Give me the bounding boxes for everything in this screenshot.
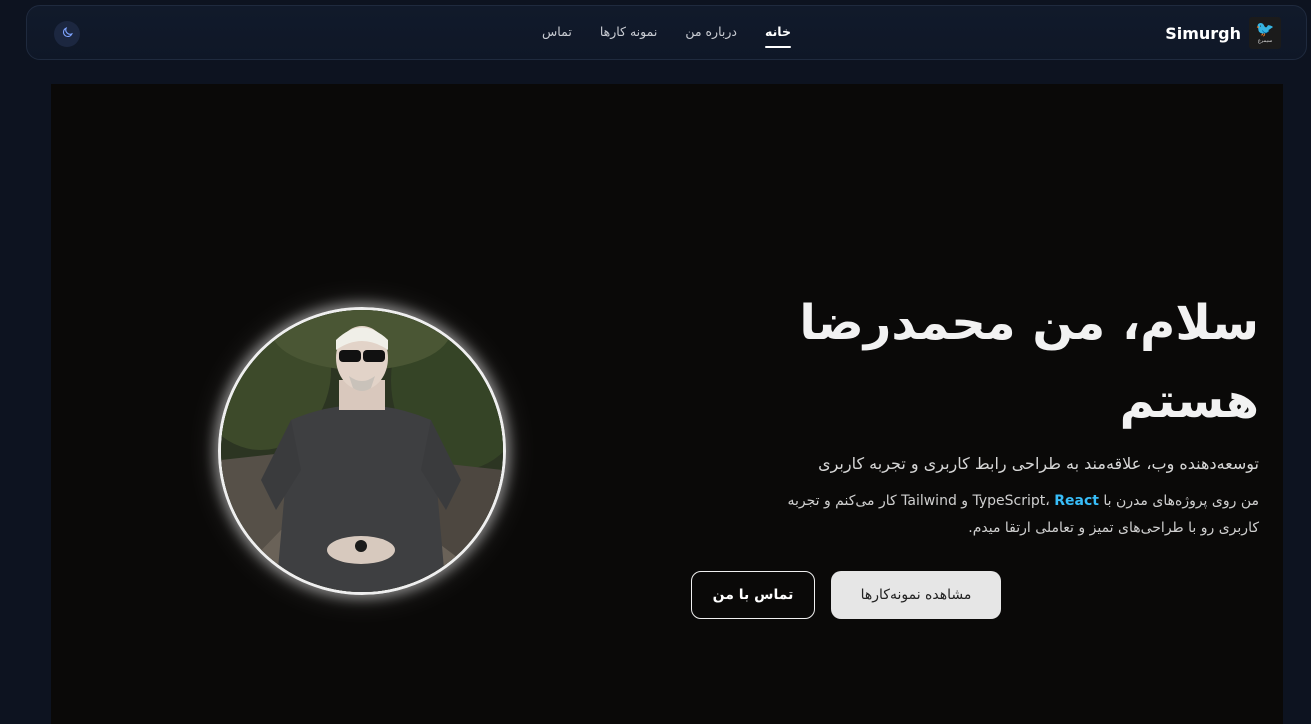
hero-description-part1: من روی پروژه‌های مدرن با TypeScript، [972, 493, 1259, 509]
logo-caption: سیمرغ [1257, 38, 1273, 44]
hero-text: سلام، من محمدرضا هستم توسعه‌دهنده وب، عل… [779, 284, 1259, 542]
brand-name: Simurgh [1165, 23, 1241, 43]
brand[interactable]: Simurgh 🐦 سیمرغ [1165, 17, 1281, 49]
view-portfolio-button[interactable]: مشاهده نمونه‌کارها [831, 571, 1001, 619]
simurgh-logo-icon: 🐦 سیمرغ [1249, 17, 1281, 49]
nav-link-portfolio[interactable]: نمونه کارها [586, 24, 672, 39]
bird-icon: 🐦 [1255, 20, 1275, 38]
hero-subtitle: توسعه‌دهنده وب، علاقه‌مند به طراحی رابط … [818, 454, 1259, 473]
profile-photo [218, 307, 506, 595]
hero-section: سلام، من محمدرضا هستم توسعه‌دهنده وب، عل… [51, 84, 1283, 724]
nav-link-contact[interactable]: تماس [528, 24, 586, 39]
contact-me-button[interactable]: تماس با من [691, 571, 815, 619]
hero-description-highlight: React [1054, 493, 1099, 509]
hero-title-line2: هستم [1119, 373, 1259, 429]
nav-link-home[interactable]: خانه [751, 24, 805, 48]
hero-title-line1: سلام، من محمدرضا [799, 295, 1259, 351]
hero-description: من روی پروژه‌های مدرن با TypeScript، Rea… [779, 488, 1259, 542]
profile-photo-illustration [221, 310, 503, 592]
nav-link-about[interactable]: درباره من [671, 24, 751, 39]
hero-title: سلام، من محمدرضا هستم [779, 284, 1259, 440]
navbar: خانه درباره من نمونه کارها تماس Simurgh … [26, 5, 1307, 60]
nav-links: خانه درباره من نمونه کارها تماس [27, 6, 1306, 59]
